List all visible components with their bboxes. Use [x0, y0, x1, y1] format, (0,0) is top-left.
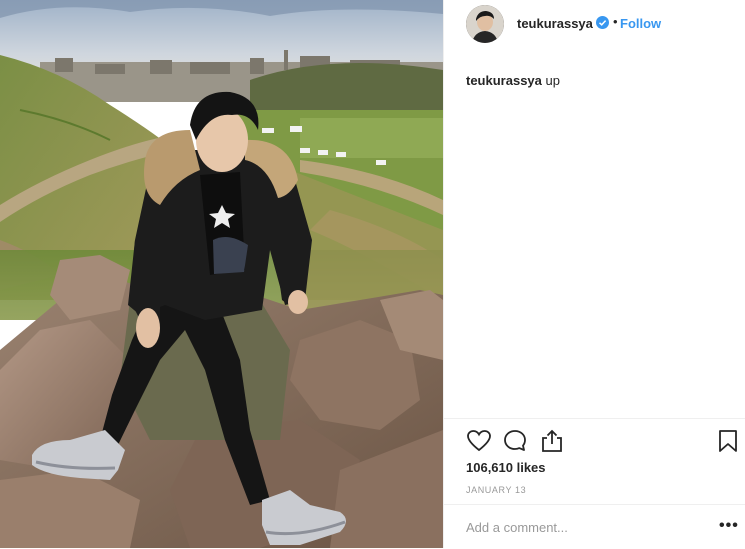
- post-photo[interactable]: [0, 0, 443, 548]
- bookmark-icon[interactable]: [715, 428, 741, 454]
- post-date[interactable]: JANUARY 13: [466, 485, 526, 495]
- avatar-image: [466, 5, 504, 43]
- caption: teukurassya up: [466, 73, 560, 88]
- post-side-panel: teukurassya • Follow teukurassya up 106,…: [443, 0, 745, 548]
- speech-bubble-icon[interactable]: [502, 428, 528, 454]
- heart-icon[interactable]: [466, 428, 492, 454]
- comment-input[interactable]: Add a comment...: [466, 520, 568, 535]
- follow-button[interactable]: Follow: [620, 16, 661, 31]
- avatar[interactable]: [466, 5, 504, 43]
- verified-badge-icon: [596, 16, 609, 29]
- photo-image: [0, 0, 443, 548]
- instagram-post: teukurassya • Follow teukurassya up 106,…: [0, 0, 745, 548]
- likes-count[interactable]: 106,610 likes: [466, 460, 546, 475]
- comment-bar: Add a comment... •••: [444, 504, 745, 549]
- post-header: teukurassya • Follow: [444, 0, 745, 50]
- share-upload-icon[interactable]: [539, 428, 565, 454]
- caption-text: up: [545, 73, 560, 88]
- username[interactable]: teukurassya: [517, 16, 593, 31]
- more-options-button[interactable]: •••: [719, 517, 739, 535]
- separator-dot: •: [613, 14, 618, 29]
- action-bar: [444, 418, 745, 463]
- caption-username[interactable]: teukurassya: [466, 73, 542, 88]
